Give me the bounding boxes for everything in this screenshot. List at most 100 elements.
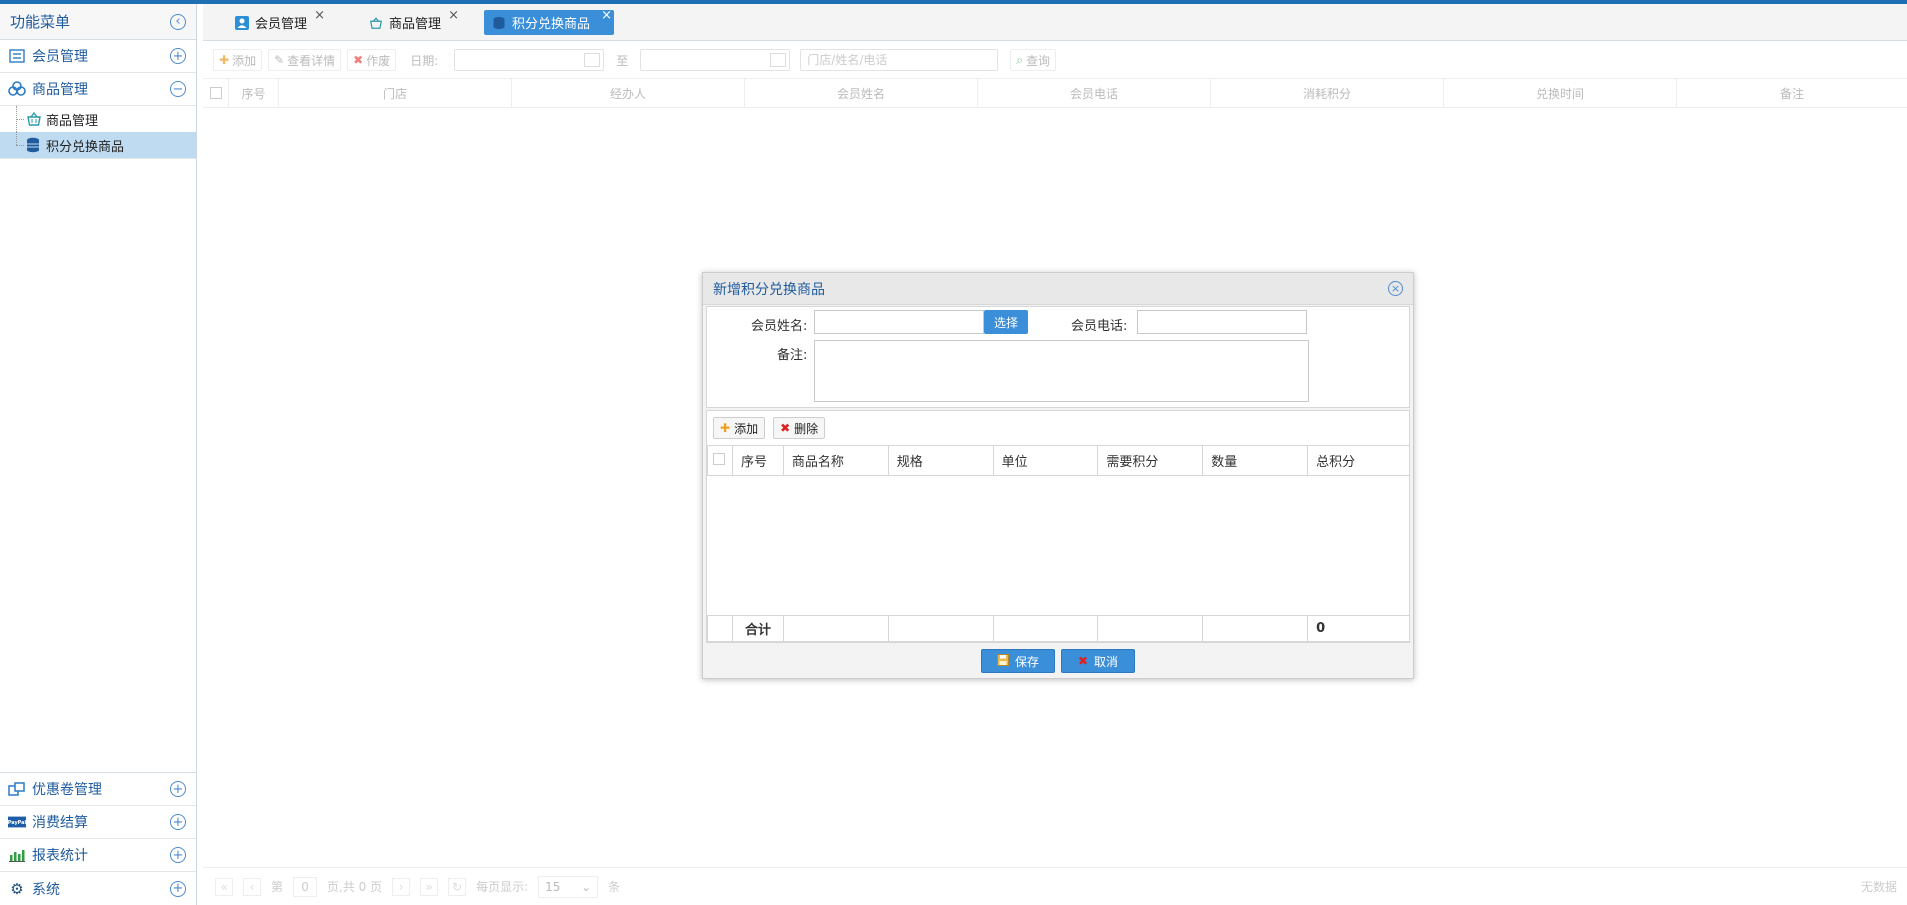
close-icon[interactable]: × [1388, 281, 1403, 296]
sidebar-item-coupon-management[interactable]: 优惠卷管理 + [0, 773, 196, 806]
last-page-icon[interactable]: » [420, 877, 439, 896]
column-header[interactable]: 序号 [731, 445, 784, 476]
remark-textarea[interactable] [814, 340, 1309, 402]
select-all-checkbox[interactable] [713, 452, 725, 465]
total-row: 合计 0 [707, 615, 1410, 642]
sidebar-item-label: 报表统计 [32, 848, 88, 864]
column-header[interactable]: 经办人 [512, 79, 745, 107]
tab-label: 商品管理 [389, 17, 442, 32]
column-header[interactable]: 数量 [1202, 445, 1309, 476]
product-detail-panel: ✚ 添加 ✖ 删除 序号 商品名称 规格 单位 需要积分 数量 总积分 合计 0 [706, 410, 1410, 643]
column-header[interactable]: 总积分 [1307, 445, 1410, 476]
gear-icon: ⚙ [10, 879, 24, 898]
expand-plus-icon[interactable]: + [170, 814, 186, 830]
column-header[interactable]: 会员电话 [978, 79, 1211, 107]
total-label: 合计 [731, 615, 784, 642]
member-name-label: 会员姓名: [751, 319, 808, 334]
add-points-exchange-dialog: 新增积分兑换商品 × 会员姓名: 选择 会员电话: 备注: ✚ 添加 ✖ 删除 序号… [702, 272, 1414, 679]
edit-icon: ✎ [274, 53, 285, 67]
column-header[interactable]: 需要积分 [1097, 445, 1204, 476]
tree-item-product-management[interactable]: 商品管理 [0, 106, 196, 132]
collapse-left-icon[interactable]: ‹ [170, 13, 186, 30]
column-header[interactable]: 备注 [1677, 79, 1907, 107]
date-label: 日期: [410, 53, 439, 68]
next-page-icon[interactable]: › [392, 877, 411, 896]
tab-label: 会员管理 [255, 17, 308, 32]
page-number-input[interactable]: 0 [293, 876, 318, 897]
refresh-icon[interactable]: ↻ [448, 877, 467, 896]
database-icon [492, 16, 506, 30]
column-header[interactable]: 商品名称 [782, 445, 889, 476]
detail-toolbar: ✚ 添加 ✖ 删除 [707, 411, 1409, 445]
tree-item-label: 积分兑换商品 [46, 139, 125, 155]
column-header[interactable]: 门店 [279, 79, 512, 107]
sidebar-item-product-management[interactable]: 商品管理 − [0, 73, 196, 106]
tab-member-management[interactable]: 会员管理 × [227, 8, 325, 35]
records-grid-header: 序号 门店 经办人 会员姓名 会员电话 消耗积分 兑换时间 备注 [203, 78, 1907, 108]
list-card-icon [8, 48, 26, 64]
void-button[interactable]: ✖ 作废 [347, 49, 397, 71]
dialog-title: 新增积分兑换商品 [713, 281, 825, 298]
add-button[interactable]: ✚ 添加 [213, 49, 263, 71]
date-to-label: 至 [616, 53, 629, 68]
end-date-input[interactable] [640, 49, 791, 71]
view-detail-button[interactable]: ✎ 查看详情 [268, 49, 342, 71]
collapse-minus-icon[interactable]: − [170, 81, 186, 97]
select-all-cell[interactable] [203, 79, 229, 107]
save-button[interactable]: 保存 [981, 649, 1055, 673]
remark-label: 备注: [777, 348, 808, 363]
member-phone-label: 会员电话: [1071, 319, 1128, 334]
expand-plus-icon[interactable]: + [170, 847, 186, 863]
chevron-down-icon: ⌄ [581, 879, 592, 894]
cancel-button[interactable]: ✖ 取消 [1061, 649, 1135, 673]
column-header[interactable]: 规格 [887, 445, 994, 476]
windows-icon [8, 781, 26, 797]
sidebar-item-label: 系统 [32, 881, 60, 898]
sidebar-item-member-management[interactable]: 会员管理 + [0, 40, 196, 73]
delete-row-button[interactable]: ✖ 删除 [773, 417, 826, 439]
no-data-text: 无数据 [1860, 880, 1897, 894]
basket-icon [26, 111, 42, 127]
sidebar-item-system[interactable]: ⚙ 系统 + [0, 872, 196, 905]
member-name-input[interactable] [814, 310, 984, 334]
expand-plus-icon[interactable]: + [170, 880, 186, 897]
prev-page-icon[interactable]: ‹ [243, 877, 261, 896]
tab-label: 积分兑换商品 [512, 17, 591, 32]
svg-text:PayPal: PayPal [8, 820, 26, 826]
member-phone-input[interactable] [1137, 310, 1307, 334]
expand-plus-icon[interactable]: + [170, 781, 186, 797]
select-member-button[interactable]: 选择 [984, 310, 1028, 334]
close-icon[interactable]: × [314, 8, 325, 23]
sidebar-tree: 商品管理 积分兑换商品 [0, 106, 196, 159]
close-icon[interactable]: × [601, 8, 612, 23]
column-header[interactable]: 消耗积分 [1211, 79, 1444, 107]
sidebar-item-consumption-settlement[interactable]: PayPal 消费结算 + [0, 806, 196, 839]
column-header[interactable]: 序号 [229, 79, 279, 107]
column-header[interactable]: 单位 [992, 445, 1099, 476]
sidebar-bottom-menu: 优惠卷管理 + PayPal 消费结算 + 报表统计 + ⚙ 系统 + [0, 772, 196, 905]
calendar-icon[interactable] [770, 53, 787, 67]
tree-item-points-exchange[interactable]: 积分兑换商品 [0, 132, 196, 158]
search-input[interactable]: 门店/姓名/电话 [800, 49, 999, 71]
select-all-cell[interactable] [707, 445, 733, 476]
first-page-icon[interactable]: « [215, 877, 233, 896]
expand-plus-icon[interactable]: + [170, 48, 186, 64]
tab-product-management[interactable]: 商品管理 × [361, 8, 459, 35]
column-header[interactable]: 会员姓名 [745, 79, 978, 107]
query-button[interactable]: ⌕ 查询 [1010, 49, 1057, 71]
column-header[interactable]: 兑换时间 [1444, 79, 1677, 107]
sidebar: 功能菜单 ‹ 会员管理 + 商品管理 − 商品管理 积分兑换商品 优惠卷管理 +… [0, 4, 197, 905]
bar-chart-icon [8, 847, 26, 863]
sidebar-item-report-statistics[interactable]: 报表统计 + [0, 839, 196, 872]
select-all-checkbox[interactable] [209, 87, 222, 99]
close-icon[interactable]: × [448, 8, 459, 23]
per-page-select[interactable]: 15 ⌄ [538, 875, 599, 898]
cubes-icon [8, 81, 26, 97]
sidebar-title: 功能菜单 [10, 13, 71, 31]
paypal-icon: PayPal [8, 814, 26, 830]
add-row-button[interactable]: ✚ 添加 [713, 417, 766, 439]
tab-points-exchange[interactable]: 积分兑换商品 × [484, 8, 614, 35]
basket-icon [369, 16, 383, 30]
start-date-input[interactable] [454, 49, 605, 71]
calendar-icon[interactable] [584, 53, 601, 67]
